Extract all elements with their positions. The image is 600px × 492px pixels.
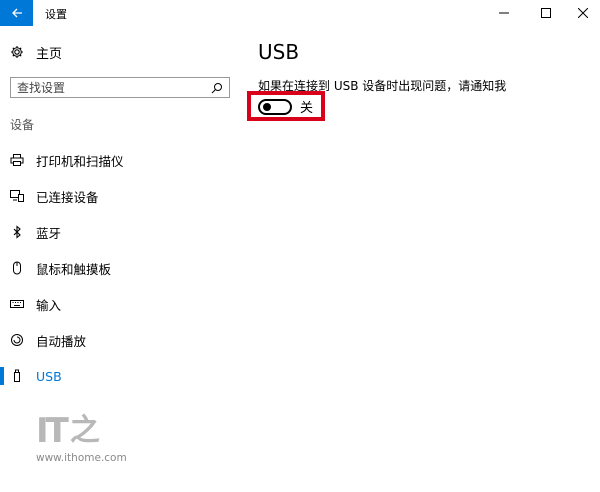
sidebar-item-usb[interactable]: USB <box>0 358 244 394</box>
section-label: 设备 <box>10 118 35 132</box>
close-icon <box>578 8 588 18</box>
sidebar-item-home[interactable]: 主页 <box>10 42 62 62</box>
devices-icon <box>10 189 24 203</box>
bluetooth-icon <box>10 225 24 239</box>
search-input[interactable] <box>17 80 202 95</box>
watermark: IT 之 www.ithome.com <box>36 408 136 465</box>
sidebar-item-connected-devices[interactable]: 已连接设备 <box>0 178 244 214</box>
sidebar-item-typing[interactable]: 输入 <box>0 286 244 322</box>
autoplay-icon <box>10 333 24 347</box>
watermark-url: www.ithome.com <box>36 452 127 464</box>
sidebar-item-label: 自动播放 <box>36 333 87 349</box>
sidebar-item-printers[interactable]: 打印机和扫描仪 <box>0 142 244 178</box>
sidebar-item-mouse[interactable]: 鼠标和触摸板 <box>0 250 244 286</box>
sidebar-item-label: 鼠标和触摸板 <box>36 261 112 277</box>
watermark-logo-char: 之 <box>69 413 100 448</box>
sidebar-item-label: 打印机和扫描仪 <box>36 153 124 169</box>
home-label: 主页 <box>36 46 63 62</box>
minimize-button[interactable] <box>484 0 524 26</box>
usb-notify-toggle[interactable] <box>258 98 292 115</box>
main-content: USB 如果在连接到 USB 设备时出现问题，请通知我 关 <box>244 26 600 492</box>
sidebar-item-label: 蓝牙 <box>36 225 62 241</box>
back-arrow-icon <box>11 8 22 18</box>
mouse-icon <box>10 261 24 275</box>
page-title: USB <box>258 40 300 64</box>
watermark-logo: IT 之 <box>36 408 136 451</box>
sidebar-item-autoplay[interactable]: 自动播放 <box>0 322 244 358</box>
sidebar-item-label: 已连接设备 <box>36 189 99 205</box>
toggle-knob <box>263 102 271 111</box>
search-box[interactable] <box>10 77 230 98</box>
title-bar: 设置 <box>0 0 600 26</box>
back-button[interactable] <box>0 0 33 26</box>
usb-icon <box>10 369 24 383</box>
sidebar-item-bluetooth[interactable]: 蓝牙 <box>0 214 244 250</box>
search-icon[interactable] <box>211 82 223 94</box>
toggle-state-label: 关 <box>300 101 314 116</box>
printer-icon <box>10 153 24 167</box>
watermark-logo-text: IT <box>36 411 69 451</box>
usb-notify-toggle-row[interactable]: 关 <box>258 97 313 116</box>
nav-list: 打印机和扫描仪 已连接设备 蓝牙 鼠标和触摸板 输入 自动播放 USB <box>0 142 244 394</box>
gear-icon <box>10 45 24 59</box>
close-button[interactable] <box>563 0 600 26</box>
active-indicator <box>0 367 4 385</box>
maximize-button[interactable] <box>526 0 566 26</box>
window-title: 设置 <box>45 8 67 21</box>
keyboard-icon <box>10 297 24 311</box>
sidebar-item-label: USB <box>36 368 62 384</box>
maximize-icon <box>541 8 551 18</box>
minimize-icon <box>499 12 509 14</box>
sidebar-item-label: 输入 <box>36 297 62 313</box>
